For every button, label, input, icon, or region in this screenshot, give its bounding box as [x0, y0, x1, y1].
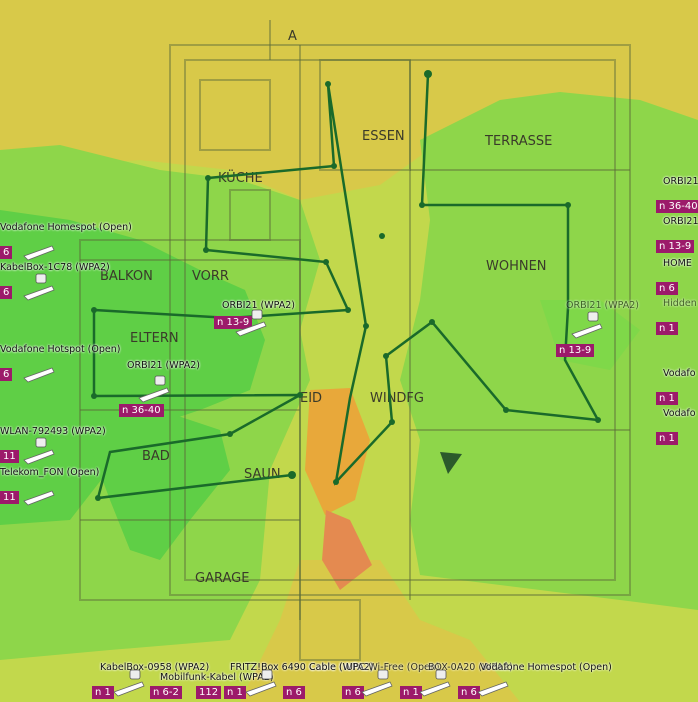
channel-badge: n 1 [224, 686, 246, 699]
room-terrasse: TERRASSE [484, 134, 552, 149]
lock-icon [154, 375, 166, 386]
lock-icon [261, 669, 273, 680]
network-n08[interactable]: ORBI21 (WPA2) n 13-9 [556, 300, 656, 357]
router-icon [23, 245, 55, 261]
lock-icon [587, 311, 599, 322]
room-windfg: WINDFG [370, 391, 424, 406]
channel-badge: n 36-40 [119, 404, 164, 417]
room-bad: BAD [142, 449, 170, 464]
network-n14[interactable]: Vodafo n 1 [656, 408, 698, 448]
channel-badge: 112 [196, 686, 222, 699]
network-n22[interactable]: Vodafone Homespot (Open) n 6 [458, 662, 612, 702]
router-icon [477, 681, 509, 697]
room-vorr: VORR [192, 269, 229, 284]
network-n13[interactable]: Vodafo n 1 [656, 368, 698, 408]
router-icon [361, 669, 393, 697]
room-garage: GARAGE [195, 571, 249, 586]
channel-badge: n 36-40 [656, 200, 698, 213]
router-icon [138, 375, 170, 403]
router-icon [419, 669, 451, 697]
network-n07[interactable]: ORBI21 (WPA2) n 36-40 [119, 360, 219, 417]
router-icon [23, 437, 55, 465]
network-n10[interactable]: ORBI21 n 13-9 [656, 216, 698, 256]
room-wohnen: WOHNEN [486, 259, 547, 274]
heatmap-stage: A ESSEN TERRASSE KÜCHE BALKON VORR ELTER… [0, 0, 698, 702]
router-icon [245, 669, 277, 697]
network-n05[interactable]: Telekom_FON (Open) 11 [0, 467, 110, 507]
channel-badge: n 6 [283, 686, 305, 699]
channel-badge: n 13-9 [656, 240, 695, 253]
network-n12[interactable]: Hidden n 1 [656, 298, 698, 338]
channel-badge: 11 [0, 491, 19, 504]
channel-badge: n 6-2 [150, 686, 182, 699]
channel-badge: n 1 [656, 432, 678, 445]
router-icon [235, 309, 267, 337]
lock-icon [35, 273, 47, 284]
room-eid: EID [300, 391, 322, 406]
lock-icon [377, 669, 389, 680]
channel-badge: 11 [0, 450, 19, 463]
network-n09[interactable]: ORBI21 n 36-40 [656, 176, 698, 216]
channel-badge: n 6 [656, 282, 678, 295]
network-n01[interactable]: Vodafone Homespot (Open) 6 [0, 222, 140, 262]
lock-icon [435, 669, 447, 680]
lock-icon [35, 437, 47, 448]
router-icon [571, 311, 603, 339]
network-n11[interactable]: HOME n 6 [656, 258, 698, 298]
network-n03[interactable]: Vodafone Hotspot (Open) 6 [0, 344, 130, 384]
network-n18[interactable]: 112 [196, 662, 224, 702]
lock-icon [251, 309, 263, 320]
channel-badge: 6 [0, 286, 13, 299]
router-icon [23, 273, 55, 301]
channel-badge: n 13-9 [556, 344, 595, 357]
router-icon [113, 669, 145, 697]
lock-icon [129, 669, 141, 680]
channel-badge: n 1 [656, 392, 678, 405]
network-n02[interactable]: KabelBox-1C78 (WPA2) 6 [0, 262, 120, 302]
network-n06[interactable]: ORBI21 (WPA2) n 13-9 [214, 300, 314, 340]
room-eltern: ELTERN [130, 331, 179, 346]
channel-badge: 6 [0, 246, 13, 259]
network-n04[interactable]: WLAN-792493 (WPA2) 11 [0, 426, 110, 466]
channel-badge: 6 [0, 368, 13, 381]
north-marker: A [288, 29, 297, 44]
channel-badge: n 1 [656, 322, 678, 335]
room-essen: ESSEN [362, 129, 405, 144]
router-icon [23, 490, 55, 506]
router-icon [23, 367, 55, 383]
channel-badge: n 1 [92, 686, 114, 699]
